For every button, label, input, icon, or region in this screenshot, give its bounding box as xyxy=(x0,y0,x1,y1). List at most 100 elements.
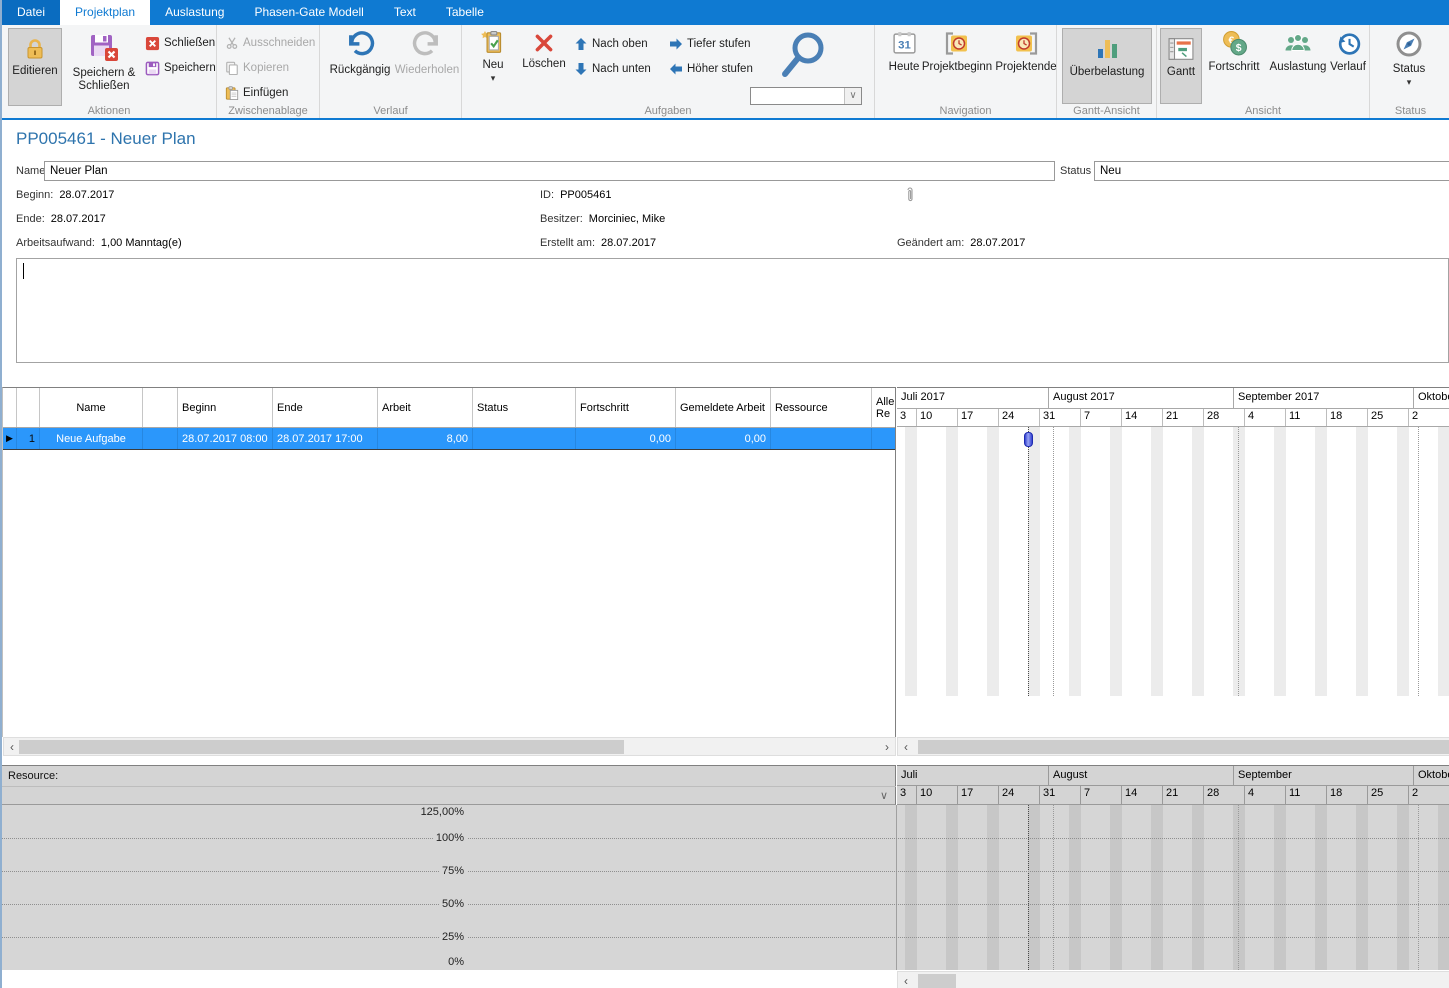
id-value: PP005461 xyxy=(560,189,611,201)
column-header-ende[interactable]: Ende xyxy=(273,388,378,427)
verlauf-group-label: Verlauf xyxy=(320,105,461,117)
gantt-scrollbar-thumb[interactable] xyxy=(918,740,1449,754)
tab-tabelle[interactable]: Tabelle xyxy=(431,0,499,25)
people-icon xyxy=(1284,30,1312,57)
cell-status[interactable] xyxy=(473,428,576,449)
gantt-button[interactable]: Gantt xyxy=(1160,28,1202,104)
tab-auslastung[interactable]: Auslastung xyxy=(150,0,239,25)
cell-beginn[interactable]: 28.07.2017 08:00 xyxy=(178,428,273,449)
axis-label-75: 75% xyxy=(439,865,467,877)
nach-unten-button[interactable]: Nach unten xyxy=(574,59,651,79)
cell-ressource[interactable] xyxy=(771,428,872,449)
hoeher-stufen-button[interactable]: Höher stufen xyxy=(669,59,753,79)
description-textarea[interactable] xyxy=(16,258,1449,363)
gantt-week-label: 28 xyxy=(1204,409,1245,426)
gantt-task-bar[interactable] xyxy=(1024,432,1033,447)
neu-dropdown-caret-icon[interactable]: ▾ xyxy=(491,74,496,82)
tab-text[interactable]: Text xyxy=(379,0,431,25)
task-table-header: Name Beginn Ende Arbeit Status Fortschri… xyxy=(3,388,895,428)
editieren-button[interactable]: Editieren xyxy=(8,28,62,106)
column-header-rownum[interactable] xyxy=(17,388,40,427)
tab-datei[interactable]: Datei xyxy=(2,0,60,25)
projektbeginn-button[interactable]: Projektbeginn xyxy=(915,30,999,74)
cell-arbeit[interactable]: 8,00 xyxy=(378,428,473,449)
gridline-100 xyxy=(2,838,1449,839)
speichern-button[interactable]: Speichern xyxy=(145,58,216,78)
nach-oben-button[interactable]: Nach oben xyxy=(574,34,648,54)
wiederholen-button[interactable]: Wiederholen xyxy=(394,30,460,77)
resource-scrollbar-thumb[interactable] xyxy=(918,974,956,988)
column-header-ressource[interactable]: Ressource xyxy=(771,388,872,427)
cell-alle-ressourcen[interactable] xyxy=(872,428,895,449)
loeschen-button[interactable]: Löschen xyxy=(518,29,570,71)
schliessen-button[interactable]: Schließen xyxy=(145,33,215,53)
gantt-week-label: 3 xyxy=(897,409,917,426)
cell-name[interactable]: Neue Aufgabe xyxy=(40,428,143,449)
column-header-name[interactable]: Name xyxy=(40,388,143,427)
task-table: Name Beginn Ende Arbeit Status Fortschri… xyxy=(2,387,896,737)
speichern-schliessen-label: Speichern & Schließen xyxy=(65,67,143,93)
verlauf-button[interactable]: Verlauf xyxy=(1327,30,1369,74)
task-search-combobox[interactable]: ∨ xyxy=(750,87,862,105)
cell-gemeldete-arbeit[interactable]: 0,00 xyxy=(676,428,771,449)
fortschritt-button[interactable]: €$ Fortschritt xyxy=(1203,30,1265,74)
column-header-indicator[interactable] xyxy=(3,388,17,427)
ende-value: 28.07.2017 xyxy=(51,213,106,225)
kopieren-button[interactable]: Kopieren xyxy=(225,58,289,78)
column-header-alle-ressourcen[interactable]: Alle Re xyxy=(872,388,895,427)
neu-button[interactable]: Neu ▾ xyxy=(472,29,514,82)
status-input[interactable] xyxy=(1094,161,1449,181)
scroll-left-icon[interactable]: ‹ xyxy=(899,973,913,988)
table-horizontal-scrollbar[interactable]: ‹ › xyxy=(3,737,896,756)
cell-ende[interactable]: 28.07.2017 17:00 xyxy=(273,428,378,449)
ueberbelastung-button[interactable]: Überbelastung xyxy=(1062,28,1152,104)
cell-info[interactable] xyxy=(143,428,178,449)
ribbon-group-gantt-ansicht: Überbelastung Gantt-Ansicht xyxy=(1057,25,1157,118)
scroll-right-icon[interactable]: › xyxy=(880,739,894,755)
tab-phasen-gate-modell[interactable]: Phasen-Gate Modell xyxy=(239,0,378,25)
ribbon-tab-bar: Datei Projektplan Auslastung Phasen-Gate… xyxy=(2,0,1449,25)
table-row[interactable]: ▶ 1 Neue Aufgabe 28.07.2017 08:00 28.07.… xyxy=(3,428,895,450)
resource-load-chart: 125,00% 100% 75% 50% 25% 0% xyxy=(2,805,1449,970)
ausschneiden-button[interactable]: Ausschneiden xyxy=(225,33,315,53)
gantt-month-label: August 2017 xyxy=(1049,388,1234,408)
resource-week-label: 17 xyxy=(958,786,999,805)
resource-chevron-down-icon[interactable]: ∨ xyxy=(880,789,888,802)
projektende-button[interactable]: Projektende xyxy=(997,30,1055,74)
gantt-body[interactable] xyxy=(897,427,1449,696)
column-header-beginn[interactable]: Beginn xyxy=(178,388,273,427)
tiefer-stufen-button[interactable]: Tiefer stufen xyxy=(669,34,751,54)
projektbeginn-label: Projektbeginn xyxy=(922,61,992,74)
resource-week-label: 28 xyxy=(1204,786,1245,805)
table-scrollbar-thumb[interactable] xyxy=(19,740,624,754)
scroll-left-icon[interactable]: ‹ xyxy=(5,739,19,755)
gantt-week-label: 4 xyxy=(1245,409,1286,426)
status-dropdown-caret-icon[interactable]: ▾ xyxy=(1407,78,1412,86)
resource-panel-title: Resource: xyxy=(8,770,58,782)
status-button[interactable]: Status ▾ xyxy=(1380,29,1438,86)
scroll-left-icon[interactable]: ‹ xyxy=(899,739,913,755)
einfuegen-button[interactable]: Einfügen xyxy=(225,83,288,103)
cell-fortschritt[interactable]: 0,00 xyxy=(576,428,676,449)
tab-projektplan[interactable]: Projektplan xyxy=(60,0,150,25)
axis-label-125: 125,00% xyxy=(418,806,467,818)
column-header-info[interactable] xyxy=(143,388,178,427)
speichern-schliessen-button[interactable]: Speichern & Schließen xyxy=(65,28,143,110)
history-clock-icon xyxy=(1335,30,1362,57)
combo-dropdown-icon[interactable]: ∨ xyxy=(844,88,861,104)
column-header-arbeit[interactable]: Arbeit xyxy=(378,388,473,427)
column-header-status[interactable]: Status xyxy=(473,388,576,427)
gantt-horizontal-scrollbar[interactable]: ‹ xyxy=(897,737,1449,756)
projektende-label: Projektende xyxy=(995,61,1056,74)
auslastung-button[interactable]: Auslastung xyxy=(1267,30,1329,74)
search-icon[interactable] xyxy=(774,29,832,83)
task-search-input[interactable] xyxy=(751,88,844,104)
rueckgaengig-button[interactable]: Rückgängig xyxy=(326,30,394,77)
column-header-gemeldete-arbeit[interactable]: Gemeldete Arbeit xyxy=(676,388,771,427)
name-input[interactable] xyxy=(44,161,1055,181)
column-header-fortschritt[interactable]: Fortschritt xyxy=(576,388,676,427)
resource-chart-timeline[interactable] xyxy=(896,805,1449,970)
gantt-month-header: Juli 2017August 2017September 2017Oktobe… xyxy=(897,388,1449,409)
resource-horizontal-scrollbar[interactable]: ‹ xyxy=(897,971,1449,988)
paperclip-icon[interactable] xyxy=(905,186,915,204)
